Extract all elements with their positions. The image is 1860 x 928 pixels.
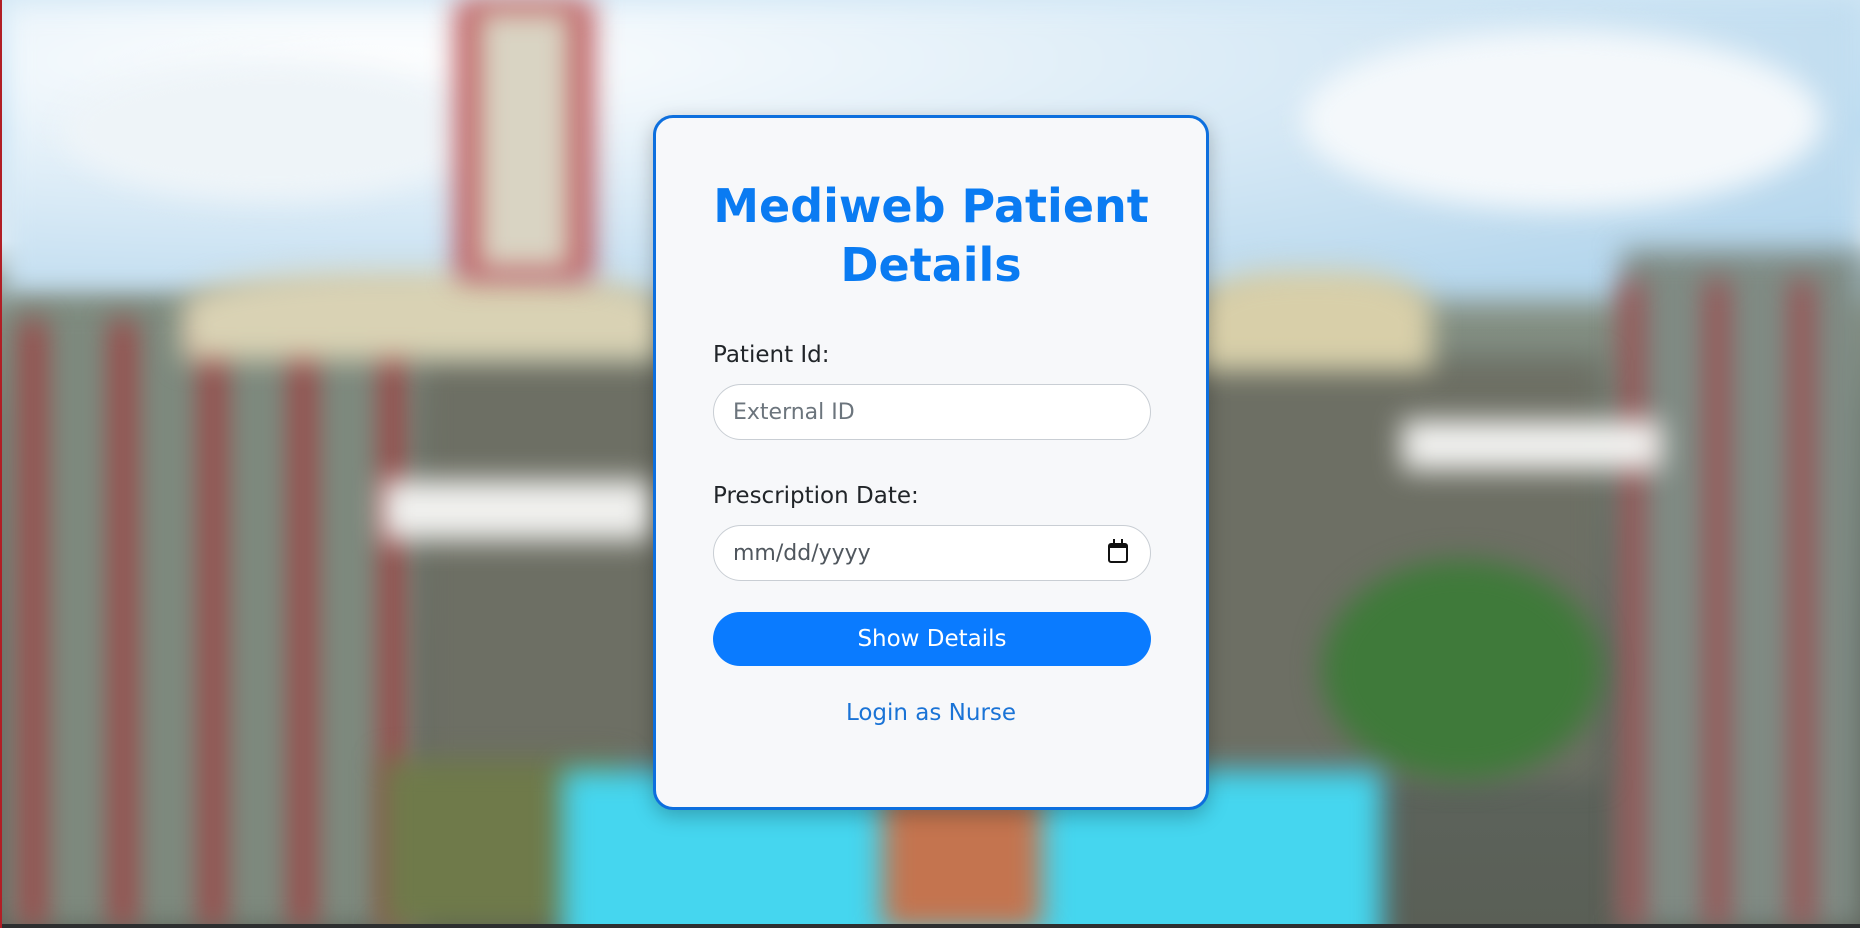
show-details-button[interactable]: Show Details	[713, 612, 1151, 666]
prescription-date-placeholder: mm/dd/yyyy	[733, 540, 871, 566]
page-title: Mediweb Patient Details	[713, 179, 1149, 292]
prescription-date-input[interactable]: mm/dd/yyyy	[713, 525, 1151, 581]
patient-details-card: Mediweb Patient Details Patient Id: Exte…	[653, 115, 1209, 810]
login-as-nurse-link[interactable]: Login as Nurse	[656, 700, 1206, 726]
patient-id-placeholder: External ID	[733, 399, 855, 425]
patient-id-label: Patient Id:	[713, 342, 830, 368]
prescription-date-label: Prescription Date:	[713, 483, 919, 509]
patient-id-input[interactable]: External ID	[713, 384, 1151, 440]
calendar-icon[interactable]	[1108, 539, 1128, 563]
